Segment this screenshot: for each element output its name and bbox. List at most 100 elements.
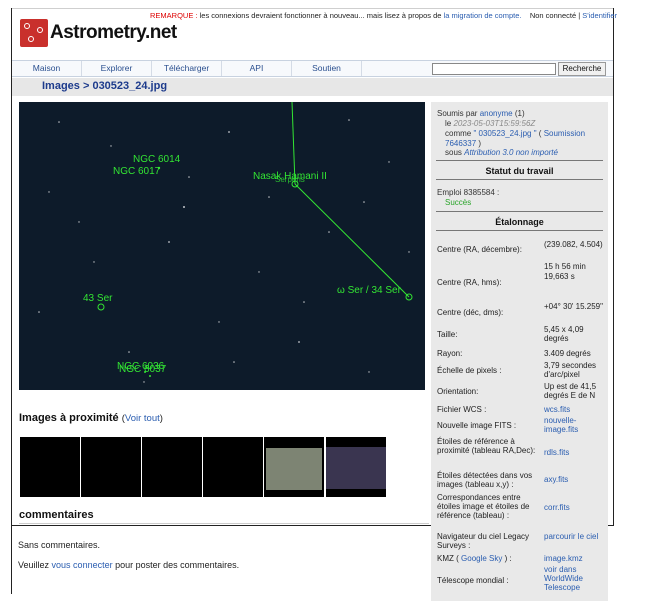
calib-value-orientation: Up est de 41,5 degrés E de N xyxy=(544,382,597,400)
submitted-by-prefix: Soumis par xyxy=(437,109,478,118)
job-status-title: Statut du travail xyxy=(485,166,554,176)
kmz-suffix: ) : xyxy=(504,554,512,563)
calib-label-orientation: Orientation: xyxy=(437,387,479,396)
status-separator: | xyxy=(578,11,581,20)
calib-label-center-dms: Centre (déc, dms): xyxy=(437,308,504,317)
worldwide-telescope-link[interactable]: voir dans WorldWide Telescope xyxy=(544,565,608,592)
nav-item-maison[interactable]: Maison xyxy=(12,61,82,76)
license-line: sous Attribution 3.0 non importé xyxy=(445,148,605,158)
window-top-border xyxy=(11,8,614,9)
submission-date: 2023-05-03T15:59:56Z xyxy=(453,119,536,128)
job-success-status: Succès xyxy=(445,198,472,207)
calib-value-size: 5,45 x 4,09 degrés xyxy=(544,325,584,343)
date-prefix: le xyxy=(445,119,452,128)
calib-label-size: Taille: xyxy=(437,330,458,339)
sky-annotations: NGC 6014 NGC 6017 Nasak Hamani II Serpen… xyxy=(38,102,413,383)
nearby-images-title: Images à proximité xyxy=(19,412,119,424)
panel-divider xyxy=(436,179,603,180)
breadcrumb[interactable]: Images > 030523_24.jpg xyxy=(42,80,167,92)
file-link[interactable]: " 030523_24.jpg " xyxy=(473,129,536,138)
calib-label-wcs-file: Fichier WCS : xyxy=(437,405,487,414)
calib-label-kmz: KMZ ( Google Sky ) : xyxy=(437,554,541,563)
notice-bar: REMARQUE : les connexions devraient fonc… xyxy=(150,11,617,20)
calib-value-center-hms: 15 h 56 min 19,663 s xyxy=(544,262,586,281)
constellation-line-southeast xyxy=(294,183,410,298)
submission-open-paren: ( xyxy=(538,129,542,138)
remark-text: les connexions devraient fonctionner à n… xyxy=(199,11,442,20)
login-link[interactable]: S'identifier xyxy=(582,11,617,20)
calib-label-radius: Rayon: xyxy=(437,349,463,358)
calibration-title: Étalonnage xyxy=(495,217,544,227)
view-all-link[interactable]: Voir tout xyxy=(125,413,160,424)
thumbnail-preview xyxy=(266,448,322,490)
nearby-thumbnail[interactable] xyxy=(326,437,386,497)
license-link[interactable]: Attribution 3.0 non importé xyxy=(464,148,558,157)
job-id-label: Emploi 8385584 : xyxy=(437,188,500,197)
calib-value-pixel-scale: 3,79 secondes d'arc/pixel xyxy=(544,361,597,379)
login-suffix: pour poster des commentaires. xyxy=(115,560,240,570)
login-status: Non connecté xyxy=(529,11,577,20)
submitter-link[interactable]: anonyme xyxy=(480,109,513,118)
nearby-thumbnail[interactable] xyxy=(81,437,141,497)
label-43-ser: 43 Ser xyxy=(83,293,113,304)
nearby-close-paren: ) xyxy=(159,413,163,424)
corr-file-link[interactable]: corr.fits xyxy=(544,503,608,512)
label-ngc6017: NGC 6017 xyxy=(113,166,161,177)
calib-label-center-radec: Centre (RA, décembre): xyxy=(437,245,522,254)
nav-item-soutien[interactable]: Soutien xyxy=(292,61,362,76)
submitter-count: (1) xyxy=(514,109,525,118)
browse-sky-link[interactable]: parcourir le ciel xyxy=(544,532,608,541)
thumbnail-preview xyxy=(326,447,386,489)
login-prefix: Veuillez xyxy=(18,560,50,570)
comments-divider xyxy=(19,523,429,524)
calib-value-center-dms: +04° 30' 15.259" xyxy=(544,302,603,311)
google-sky-link[interactable]: Google Sky xyxy=(461,554,502,563)
annotated-sky-image[interactable]: NGC 6014 NGC 6017 Nasak Hamani II Serpen… xyxy=(19,102,425,390)
nearby-thumbnail[interactable] xyxy=(20,437,80,497)
axy-file-link[interactable]: axy.fits xyxy=(544,475,608,484)
kmz-file-link[interactable]: image.kmz xyxy=(544,554,608,563)
calib-label-legacy-surveys: Navigateur du ciel Legacy Surveys : xyxy=(437,532,530,550)
logo-constellation-icon xyxy=(20,19,48,47)
submission-close-paren: ) xyxy=(478,139,482,148)
submitted-by-line: Soumis par anonyme (1) xyxy=(437,109,525,119)
panel-divider xyxy=(436,230,603,231)
star-marker-43-ser xyxy=(97,303,105,311)
calib-label-new-fits: Nouvelle image FITS : xyxy=(437,421,517,430)
site-logo[interactable]: Astrometry.net xyxy=(20,19,177,51)
calib-value-radius: 3.409 degrés xyxy=(544,349,591,358)
calib-label-correspondences: Correspondances entre étoiles image et é… xyxy=(437,493,530,520)
nav-item-explorer[interactable]: Explorer xyxy=(82,61,152,76)
new-fits-link[interactable]: nouvelle-image.fits xyxy=(544,416,608,434)
background-stars xyxy=(38,119,410,383)
rdls-file-link[interactable]: rdls.fits xyxy=(544,448,608,457)
comme-label: comme xyxy=(445,129,472,138)
comment-login-link[interactable]: vous connecter xyxy=(52,560,113,570)
wcs-file-link[interactable]: wcs.fits xyxy=(544,405,608,414)
label-ngc6014: NGC 6014 xyxy=(133,154,181,165)
nav-item-telecharger[interactable]: Télécharger xyxy=(152,61,222,76)
label-ngc6037: NGC 6037 xyxy=(119,364,167,375)
no-comments-text: Sans commentaires. xyxy=(18,540,101,550)
nearby-thumbnail[interactable] xyxy=(142,437,202,497)
submission-date-line: le 2023-05-03T15:59:56Z xyxy=(445,119,535,129)
nav-item-api[interactable]: API xyxy=(222,61,292,76)
label-serpens: Serpens xyxy=(275,175,305,184)
search-button[interactable]: Recherche xyxy=(558,62,606,76)
calib-label-reference-stars: Étoiles de référence à proximité (tablea… xyxy=(437,437,536,455)
calib-value-center-radec: (239.082, 4.504) xyxy=(544,240,603,249)
nearby-images-heading: Images à proximité (Voir tout) xyxy=(19,412,163,424)
migration-link[interactable]: la migration de compte. xyxy=(444,11,522,20)
search-input[interactable] xyxy=(432,63,556,75)
nearby-thumbnail[interactable] xyxy=(203,437,263,497)
calib-label-center-hms: Centre (RA, hms): xyxy=(437,278,502,287)
calib-label-detected-stars: Étoiles détectées dans vos images (table… xyxy=(437,471,533,489)
login-to-comment: Veuillez vous connecter pour poster des … xyxy=(18,560,239,570)
nearby-thumbnail[interactable] xyxy=(264,437,324,497)
kmz-prefix: KMZ ( xyxy=(437,554,459,563)
calib-label-worldwide-telescope: Télescope mondial : xyxy=(437,576,509,585)
license-prefix: sous xyxy=(445,148,462,157)
label-omega-ser: ω Ser / 34 Ser xyxy=(337,285,402,296)
calib-label-pixel-scale: Échelle de pixels : xyxy=(437,366,502,375)
comments-heading: commentaires xyxy=(19,509,94,521)
